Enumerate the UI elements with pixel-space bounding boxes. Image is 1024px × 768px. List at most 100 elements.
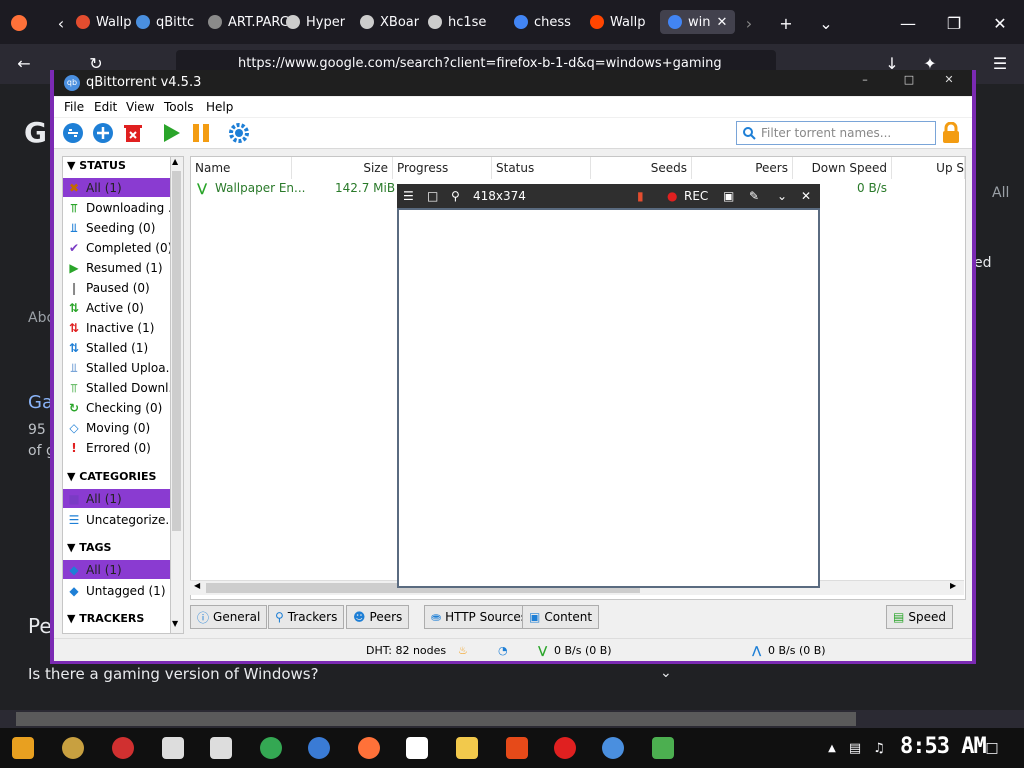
tab-scroll-right-icon[interactable]: › (740, 12, 758, 34)
sidebar-scrollbar[interactable]: ▲ ▼ (170, 156, 184, 634)
sidebar-item[interactable]: ⫪ Stalled Downl... (63, 378, 171, 397)
sidebar-item[interactable]: ↻ Checking (0) (63, 398, 171, 417)
menu-view[interactable]: View (126, 100, 154, 114)
close-window-icon[interactable]: ✕ (990, 12, 1010, 34)
status-heading[interactable]: ▼ STATUS (67, 159, 126, 172)
record-button[interactable]: REC (684, 189, 708, 203)
qb-maximize-icon[interactable]: □ (898, 73, 920, 89)
record-dot-icon[interactable]: ● (667, 189, 677, 203)
file-explorer-icon[interactable] (456, 737, 478, 759)
connection-status-icon[interactable]: ♨ (458, 644, 468, 657)
scroll-down-icon[interactable]: ▼ (172, 619, 178, 628)
page-scrollbar[interactable] (16, 712, 856, 726)
download-speed[interactable]: 0 B/s (0 B) (554, 644, 612, 657)
pen-icon[interactable]: ✎ (749, 189, 759, 203)
tray-expand-icon[interactable]: ▲ (826, 738, 838, 758)
app-icon-4[interactable] (210, 737, 232, 759)
new-tab-icon[interactable]: + (776, 12, 796, 34)
pause-icon[interactable] (190, 122, 212, 144)
volume-icon[interactable]: ♫ (870, 738, 888, 758)
sidebar-item[interactable]: ❙ Paused (0) (63, 278, 171, 297)
delete-torrent-icon[interactable] (122, 122, 144, 144)
qb-title-bar[interactable]: qb qBittorrent v4.5.3 – □ ✕ (54, 70, 972, 96)
browser-tab[interactable]: Hyper (286, 10, 345, 34)
browser-tab[interactable]: Wallp (76, 10, 131, 34)
tab-content[interactable]: ▣ Content (522, 605, 600, 629)
list-tabs-icon[interactable]: ⌄ (816, 12, 836, 34)
network-icon[interactable]: ▤ (846, 738, 864, 758)
chip-fragment[interactable]: ed (974, 255, 992, 271)
record-app-icon[interactable] (554, 737, 576, 759)
sidebar-item[interactable]: ⫫ Stalled Uploa... (63, 358, 171, 377)
upload-speed[interactable]: 0 B/s (0 B) (768, 644, 826, 657)
menu-tools[interactable]: Tools (164, 100, 194, 114)
7zip-icon[interactable] (406, 737, 428, 759)
capture-area[interactable] (397, 208, 820, 588)
add-torrent-link-icon[interactable] (62, 122, 84, 144)
sidebar-item[interactable]: ⇅ Stalled (1) (63, 338, 171, 357)
minimize-icon[interactable]: — (898, 12, 918, 34)
chrome-icon[interactable] (260, 737, 282, 759)
all-tab-fragment[interactable]: All (992, 185, 1009, 201)
lock-icon[interactable] (940, 122, 962, 144)
capture-region-icon[interactable]: □ (427, 189, 438, 203)
sidebar-item[interactable]: ■ All (1) (63, 489, 171, 508)
capture-menu-icon[interactable]: ☰ (403, 189, 414, 203)
restore-icon[interactable]: ❐ (944, 12, 964, 34)
sidebar-item[interactable]: ▶ Resumed (1) (63, 258, 171, 277)
office-icon[interactable] (506, 737, 528, 759)
sidebar-item[interactable]: ◆ All (1) (63, 560, 171, 579)
sidebar-item[interactable]: ✔ Completed (0) (63, 238, 171, 257)
scroll-left-icon[interactable]: ◀ (194, 581, 200, 590)
qb-close-icon[interactable]: ✕ (938, 73, 960, 89)
tab-peers[interactable]: ☻ Peers (346, 605, 410, 629)
resume-icon[interactable] (160, 122, 182, 144)
capture-zoom-icon[interactable]: ⚲ (451, 189, 460, 203)
scroll-up-icon[interactable]: ▲ (172, 157, 178, 166)
column-header-name[interactable]: Name (191, 157, 292, 179)
categories-heading[interactable]: ▼ CATEGORIES (67, 470, 156, 483)
app-menu-icon[interactable]: ☰ (990, 52, 1010, 74)
capture-close-icon[interactable]: ✕ (801, 189, 811, 203)
sidebar-item[interactable]: ◇ Moving (0) (63, 418, 171, 437)
app-icon-1[interactable] (62, 737, 84, 759)
tags-heading[interactable]: ▼ TAGS (67, 541, 111, 554)
faq-expand-icon[interactable]: ⌄ (660, 665, 672, 681)
browser-tab[interactable]: hc1se (428, 10, 486, 34)
firefox-menu-icon[interactable] (8, 12, 30, 34)
column-header-progress[interactable]: Progress (393, 157, 492, 179)
qbittorrent-taskbar-icon[interactable] (602, 737, 624, 759)
scroll-right-icon[interactable]: ▶ (950, 581, 956, 590)
browser-icon[interactable] (308, 737, 330, 759)
app-icon-3[interactable] (162, 737, 184, 759)
menu-edit[interactable]: Edit (94, 100, 117, 114)
alt-speed-icon[interactable]: ◔ (498, 644, 508, 657)
sidebar-item[interactable]: ⫪ Downloading ... (63, 198, 171, 217)
tab-scroll-left-icon[interactable]: ‹ (52, 12, 70, 34)
options-gear-icon[interactable] (228, 122, 250, 144)
sidebar-item[interactable]: ⫫ Seeding (0) (63, 218, 171, 237)
collapse-icon[interactable]: ⌄ (777, 189, 787, 203)
menu-file[interactable]: File (64, 100, 84, 114)
tab-general[interactable]: ⓘ General (190, 605, 268, 629)
scroll-thumb[interactable] (172, 171, 181, 531)
sidebar-item[interactable]: ✖ All (1) (63, 178, 171, 197)
column-header-up-speed[interactable]: Up S (892, 157, 965, 179)
sidebar-item[interactable]: ⇅ Active (0) (63, 298, 171, 317)
qb-minimize-icon[interactable]: – (854, 73, 876, 89)
speed-button[interactable]: ▤ Speed (886, 605, 953, 629)
sidebar-item[interactable]: ◆ Untagged (1) (63, 581, 171, 600)
column-header-status[interactable]: Status (492, 157, 591, 179)
faq-question[interactable]: Is there a gaming version of Windows? (28, 665, 319, 683)
start-icon[interactable] (12, 737, 34, 759)
tab-trackers[interactable]: ⚲ Trackers (268, 605, 345, 629)
notifications-icon[interactable]: □ (982, 738, 1002, 758)
column-header-size[interactable]: Size (292, 157, 393, 179)
column-header-peers[interactable]: Peers (692, 157, 793, 179)
column-header-seeds[interactable]: Seeds (591, 157, 692, 179)
trackers-heading[interactable]: ▼ TRACKERS (67, 612, 144, 625)
browser-tab[interactable]: ART.PARC (208, 10, 289, 34)
sidebar-item[interactable]: ☰ Uncategorize... (63, 510, 171, 529)
column-header-down-speed[interactable]: Down Speed (793, 157, 892, 179)
firefox-icon[interactable] (358, 737, 380, 759)
